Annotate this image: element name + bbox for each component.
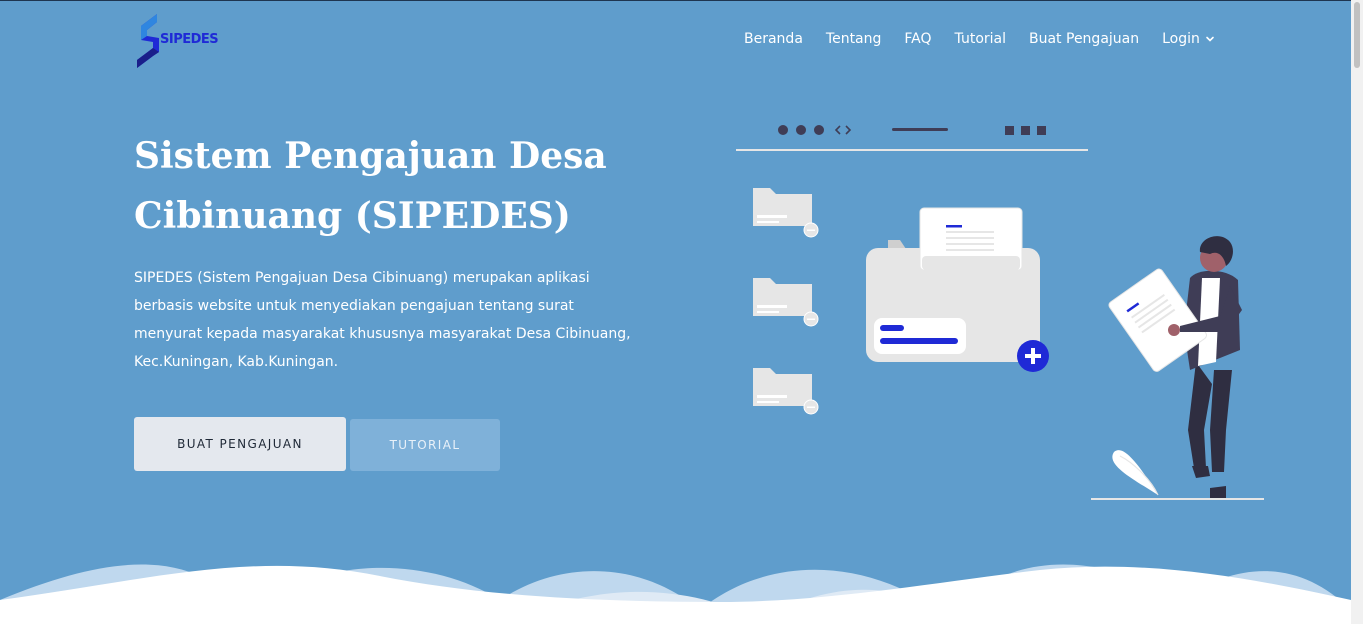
ground-line bbox=[1091, 498, 1264, 500]
hero-description: SIPEDES (Sistem Pengajuan Desa Cibinuang… bbox=[134, 270, 631, 370]
buat-pengajuan-button[interactable]: BUAT PENGAJUAN bbox=[134, 417, 346, 471]
nav-login-dropdown[interactable]: Login bbox=[1162, 31, 1215, 47]
folder-large-icon bbox=[866, 207, 1049, 372]
nav-faq[interactable]: FAQ bbox=[904, 31, 931, 47]
logo[interactable]: SIPEDES bbox=[133, 12, 223, 70]
hero-title-line1: Sistem Pengajuan Desa bbox=[134, 135, 607, 177]
folder-small-3-icon bbox=[753, 368, 819, 415]
nav-beranda[interactable]: Beranda bbox=[744, 31, 803, 47]
nav-tentang[interactable]: Tentang bbox=[826, 31, 882, 47]
tutorial-button[interactable]: TUTORIAL bbox=[350, 419, 500, 471]
logo-text: SIPEDES bbox=[160, 32, 219, 47]
wave-decoration bbox=[0, 564, 1351, 624]
page-scrollbar[interactable] bbox=[1351, 0, 1363, 624]
folder-small-2-icon bbox=[753, 278, 819, 327]
main-nav: Beranda Tentang FAQ Tutorial Buat Pengaj… bbox=[744, 31, 1215, 47]
nav-tutorial[interactable]: Tutorial bbox=[955, 31, 1006, 47]
hero-illustration bbox=[736, 125, 1264, 500]
top-border bbox=[0, 0, 1351, 1]
chevron-down-icon bbox=[1206, 36, 1214, 42]
nav-login-label: Login bbox=[1162, 31, 1200, 47]
browser-bar-icon bbox=[736, 125, 1088, 151]
hero-title: Sistem Pengajuan Desa Cibinuang (SIPEDES… bbox=[134, 126, 694, 246]
nav-buat-pengajuan[interactable]: Buat Pengajuan bbox=[1029, 31, 1139, 47]
plant-icon bbox=[1112, 450, 1159, 496]
folder-small-1-icon bbox=[753, 188, 819, 238]
hero-title-line2: Cibinuang (SIPEDES) bbox=[134, 195, 571, 237]
scrollbar-thumb[interactable] bbox=[1354, 2, 1360, 68]
